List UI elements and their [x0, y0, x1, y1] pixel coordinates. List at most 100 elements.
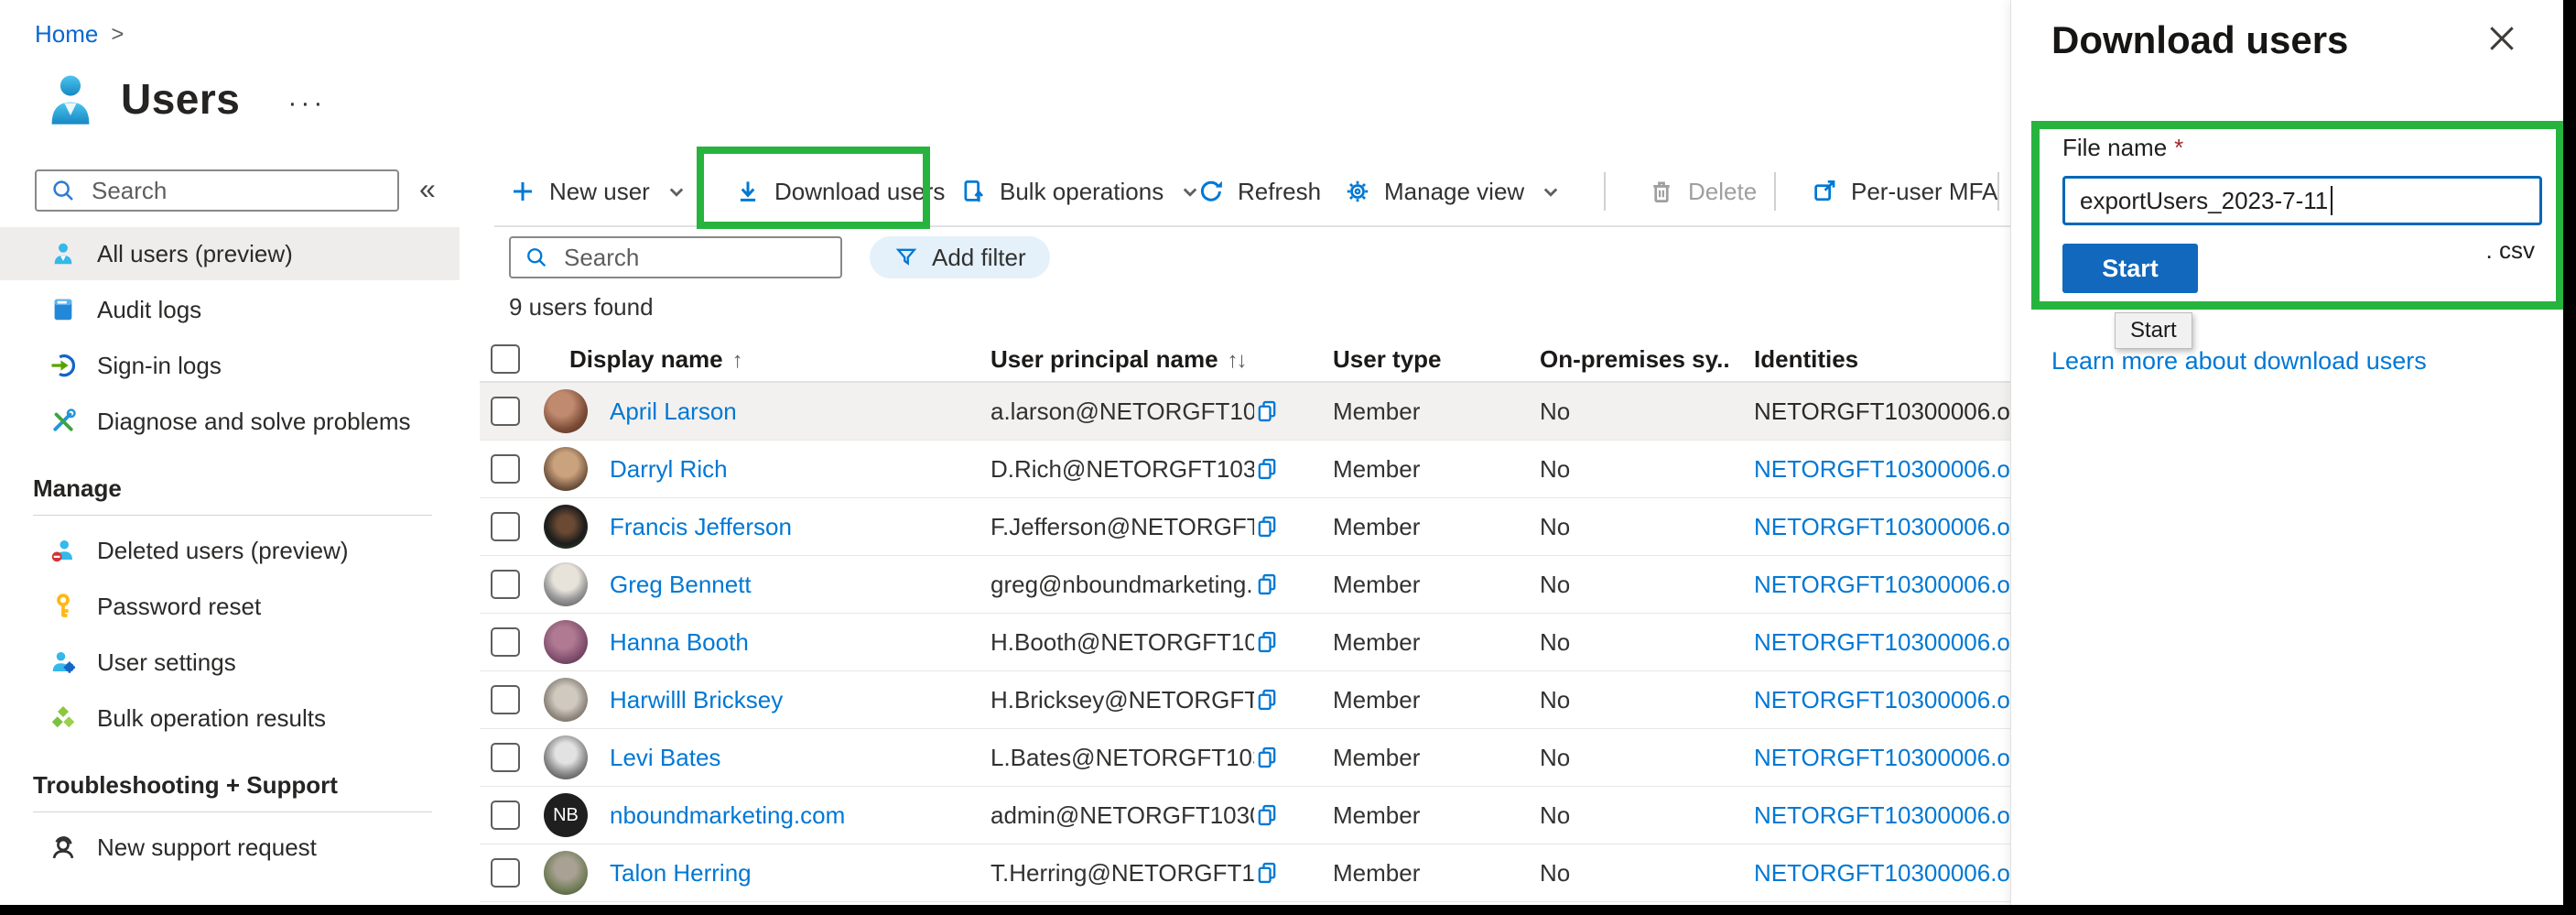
user-type: Member: [1309, 744, 1516, 772]
sidebar-divider: [33, 515, 432, 516]
copy-icon[interactable]: [1254, 860, 1280, 886]
breadcrumb-chevron-icon: >: [111, 22, 124, 48]
new-user-button[interactable]: New user: [509, 169, 690, 214]
user-type: Member: [1309, 513, 1516, 541]
table-row[interactable]: Greg Bennett greg@nboundmarketing.... Me…: [480, 556, 2010, 614]
avatar: [544, 735, 588, 779]
table-row[interactable]: Talon Herring T.Herring@NETORGFT103... M…: [480, 844, 2010, 902]
download-users-button[interactable]: Download users: [734, 169, 945, 214]
learn-more-link[interactable]: Learn more about download users: [2051, 347, 2427, 376]
table-row[interactable]: Harwilll Bricksey H.Bricksey@NETORGFT10.…: [480, 671, 2010, 729]
start-button[interactable]: Start: [2062, 244, 2198, 293]
column-header-identities[interactable]: Identities: [1730, 345, 2010, 374]
user-principal-name: H.Bricksey@NETORGFT10...: [990, 686, 1254, 714]
table-row[interactable]: Francis Jefferson F.Jefferson@NETORGFT10…: [480, 498, 2010, 556]
row-checkbox[interactable]: [491, 858, 520, 888]
identity-link[interactable]: NETORGFT10300006.onmic...: [1730, 744, 2010, 772]
close-icon[interactable]: [2484, 20, 2520, 57]
on-premises-sync: No: [1516, 513, 1730, 541]
identity-link[interactable]: NETORGFT10300006.onmic...: [1730, 859, 2010, 888]
sidebar-item-audit-logs[interactable]: Audit logs: [0, 283, 460, 336]
sidebar-item-diagnose[interactable]: Diagnose and solve problems: [0, 395, 460, 448]
column-header-display-name[interactable]: Display name↑: [544, 345, 990, 374]
user-name-link[interactable]: Harwilll Bricksey: [610, 686, 783, 714]
sidebar-item-label: Audit logs: [97, 296, 201, 324]
row-checkbox[interactable]: [491, 627, 520, 657]
table-row[interactable]: April Larson a.larson@NETORGFT1030... Me…: [480, 383, 2010, 441]
select-all-checkbox[interactable]: [491, 344, 520, 374]
row-checkbox[interactable]: [491, 685, 520, 714]
table-row[interactable]: NBnboundmarketing.com admin@NETORGFT1030…: [480, 787, 2010, 844]
copy-icon[interactable]: [1254, 745, 1280, 770]
bulk-operations-button[interactable]: Bulk operations: [959, 169, 1204, 214]
search-icon: [49, 177, 77, 204]
file-name-input[interactable]: exportUsers_2023-7-11: [2062, 176, 2542, 225]
identity-link[interactable]: NETORGFT10300006.onmic...: [1730, 628, 2010, 657]
breadcrumb-home-link[interactable]: Home: [35, 20, 98, 49]
on-premises-sync: No: [1516, 398, 1730, 426]
text-caret: [2331, 186, 2332, 215]
user-type: Member: [1309, 398, 1516, 426]
user-name-link[interactable]: Francis Jefferson: [610, 513, 792, 541]
sidebar-item-sign-in-logs[interactable]: Sign-in logs: [0, 339, 460, 392]
avatar: [544, 678, 588, 722]
sidebar-collapse-button[interactable]: «: [419, 172, 436, 206]
avatar: [544, 447, 588, 491]
identity-link[interactable]: NETORGFT10300006.onmic...: [1730, 571, 2010, 599]
table-row[interactable]: Darryl Rich D.Rich@NETORGFT10300... Memb…: [480, 441, 2010, 498]
per-user-mfa-button[interactable]: Per-user MFA: [1811, 169, 1997, 214]
sidebar-item-bulk-operation-results[interactable]: Bulk operation results: [0, 692, 460, 745]
copy-icon[interactable]: [1254, 456, 1280, 482]
identity-link[interactable]: NETORGFT10300006.onmic...: [1730, 686, 2010, 714]
page-menu-ellipsis-icon[interactable]: ···: [287, 88, 326, 119]
column-header-on-premises[interactable]: On-premises sy...: [1516, 345, 1730, 374]
sidebar-search-input[interactable]: Search: [35, 169, 399, 212]
table-row[interactable]: Hanna Booth H.Booth@NETORGFT1030... Memb…: [480, 614, 2010, 671]
identity-link[interactable]: NETORGFT10300006.onmic...: [1730, 513, 2010, 541]
on-premises-sync: No: [1516, 455, 1730, 484]
column-header-user-type[interactable]: User type: [1309, 345, 1516, 374]
manage-view-button[interactable]: Manage view: [1344, 169, 1564, 214]
file-name-label: File name*: [2062, 134, 2183, 162]
row-checkbox[interactable]: [491, 743, 520, 772]
copy-icon[interactable]: [1254, 687, 1280, 713]
copy-icon[interactable]: [1254, 629, 1280, 655]
sidebar-item-new-support-request[interactable]: New support request: [0, 821, 460, 874]
user-principal-name: L.Bates@NETORGFT10300...: [990, 744, 1254, 772]
sidebar-item-user-settings[interactable]: User settings: [0, 636, 460, 689]
add-filter-button[interactable]: Add filter: [870, 236, 1050, 278]
row-checkbox[interactable]: [491, 454, 520, 484]
sidebar-section-troubleshooting: Troubleshooting + Support: [33, 771, 338, 800]
column-header-upn[interactable]: User principal name↑↓: [990, 345, 1254, 374]
copy-icon[interactable]: [1254, 802, 1280, 828]
user-name-link[interactable]: Greg Bennett: [610, 571, 752, 599]
toolbar-separator: [1997, 172, 1999, 211]
user-name-link[interactable]: April Larson: [610, 398, 737, 426]
avatar: [544, 562, 588, 606]
user-list-search-input[interactable]: Search: [509, 236, 842, 278]
delete-label: Delete: [1688, 178, 1757, 206]
row-checkbox[interactable]: [491, 397, 520, 426]
identity-link[interactable]: NETORGFT10300006.onmic...: [1730, 455, 2010, 484]
sidebar-item-password-reset[interactable]: Password reset: [0, 580, 460, 633]
on-premises-sync: No: [1516, 744, 1730, 772]
row-checkbox[interactable]: [491, 512, 520, 541]
refresh-button[interactable]: Refresh: [1197, 169, 1321, 214]
copy-icon[interactable]: [1254, 514, 1280, 539]
delete-button[interactable]: Delete: [1648, 169, 1757, 214]
user-name-link[interactable]: nboundmarketing.com: [610, 801, 845, 830]
user-name-link[interactable]: Hanna Booth: [610, 628, 749, 657]
table-row[interactable]: Levi Bates L.Bates@NETORGFT10300... Memb…: [480, 729, 2010, 787]
row-checkbox[interactable]: [491, 801, 520, 830]
copy-icon[interactable]: [1254, 398, 1280, 424]
identity-link[interactable]: NETORGFT10300006.onmic...: [1730, 398, 2010, 426]
sidebar-item-all-users[interactable]: All users (preview): [0, 227, 460, 280]
row-checkbox[interactable]: [491, 570, 520, 599]
user-name-link[interactable]: Darryl Rich: [610, 455, 728, 484]
copy-icon[interactable]: [1254, 572, 1280, 597]
user-name-link[interactable]: Levi Bates: [610, 744, 720, 772]
user-name-link[interactable]: Talon Herring: [610, 859, 752, 888]
sidebar-item-deleted-users[interactable]: Deleted users (preview): [0, 524, 460, 577]
identity-link[interactable]: NETORGFT10300006.onmic...: [1730, 801, 2010, 830]
file-extension: . csv: [2486, 236, 2535, 265]
